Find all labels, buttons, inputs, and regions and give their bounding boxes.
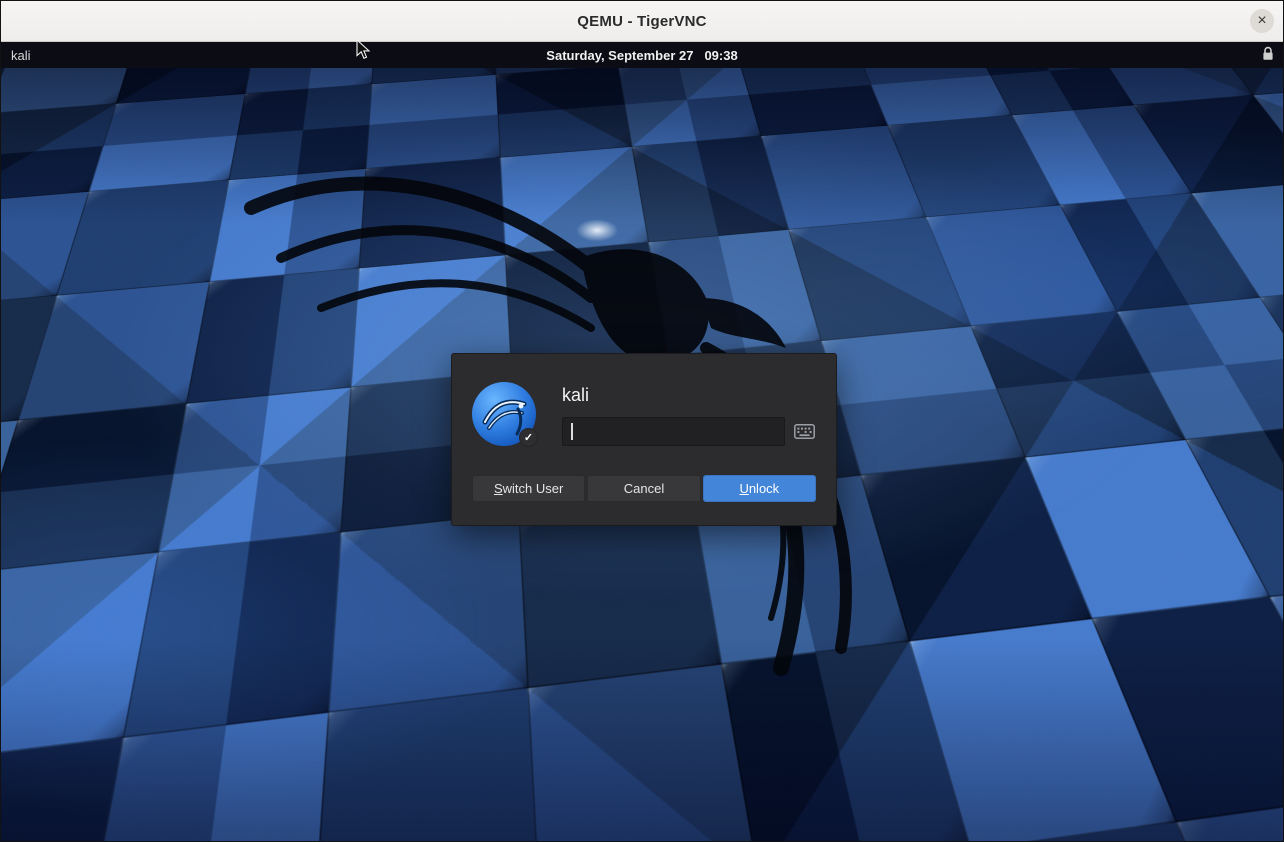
password-input[interactable] [563,418,784,445]
cancel-button[interactable]: Cancel [587,475,700,502]
dialog-header: ✓ kali [472,382,816,446]
user-avatar: ✓ [472,382,536,446]
unlock-dialog: ✓ kali [451,353,837,526]
desktop: ✓ kali [1,68,1283,841]
password-field [562,417,785,446]
dialog-buttons: Switch User Cancel Unlock [472,475,816,502]
switch-user-label: Switch User [494,481,563,496]
panel-tray [1253,46,1283,64]
keyboard-icon[interactable] [794,424,816,439]
vnc-window: QEMU - TigerVNC × kali Saturday, Septemb… [0,0,1284,842]
window-title: QEMU - TigerVNC [577,13,706,30]
cancel-label: Cancel [624,481,664,496]
password-row [562,417,816,446]
clock-time: 09:38 [704,48,737,63]
panel-clock[interactable]: Saturday, September 27 09:38 [546,48,737,63]
unlock-label: Unlock [739,481,779,496]
padlock-icon [1262,46,1274,64]
unlock-button[interactable]: Unlock [703,475,816,502]
username-label: kali [562,385,816,406]
switch-user-button[interactable]: Switch User [472,475,585,502]
input-caret [571,423,573,440]
clock-date: Saturday, September 27 [546,48,693,63]
titlebar: QEMU - TigerVNC × [1,1,1283,42]
dialog-fields: kali [562,382,816,446]
panel-user-menu[interactable]: kali [1,42,41,68]
avatar-check-badge-icon: ✓ [519,428,538,447]
top-panel: kali Saturday, September 27 09:38 [1,42,1283,68]
close-button[interactable]: × [1250,9,1274,33]
